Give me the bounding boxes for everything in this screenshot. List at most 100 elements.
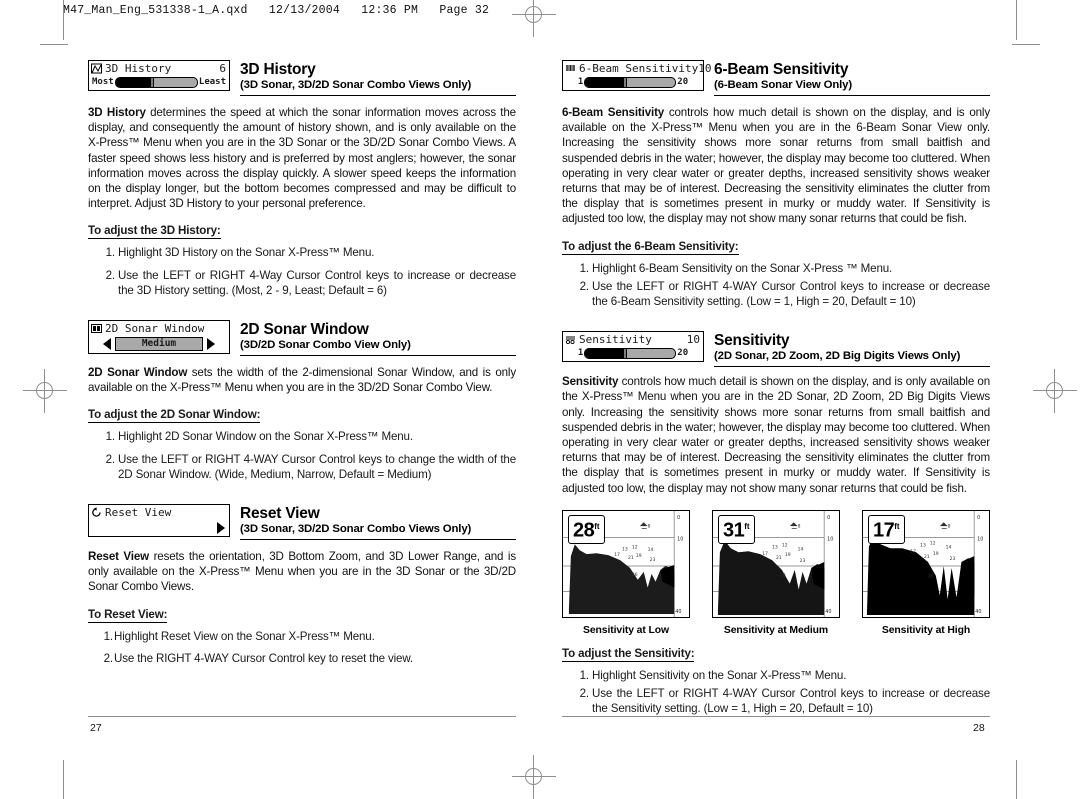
slider-knob[interactable] — [149, 77, 154, 87]
body-text: controls how much detail is shown on the… — [562, 106, 990, 226]
trim-line-right-vert — [1016, 0, 1017, 40]
svg-text:17: 17 — [614, 552, 620, 558]
list-item: Highlight 6-Beam Sensitivity on the Sona… — [575, 261, 893, 276]
section-body: Reset View resets the orientation, 3D Bo… — [88, 549, 516, 595]
widget-title-row: 3D History 6 — [91, 62, 227, 75]
section-subtitle: (3D Sonar, 3D/2D Sonar Combo Views Only) — [240, 522, 516, 541]
slider-max-label: 20 — [677, 348, 689, 359]
list-item: Use the LEFT or RIGHT 4-WAY Cursor Contr… — [575, 686, 990, 716]
list-item: Highlight 2D Sonar Window on the Sonar X… — [101, 429, 413, 444]
list-item: Use the LEFT or RIGHT 4-Way Cursor Contr… — [101, 268, 516, 297]
body-text: resets the orientation, 3D Bottom Zoom, … — [88, 550, 516, 594]
body-text: determines the speed at which the sonar … — [88, 106, 516, 211]
right-arrow-icon[interactable] — [207, 338, 216, 351]
body-lead-in: Sensitivity — [562, 375, 619, 389]
widget-slider-row[interactable]: Most Least — [91, 76, 227, 88]
list-item: Highlight 3D History on the Sonar X-Pres… — [101, 245, 375, 260]
left-page: 3D History 6 Most Least 3D History (3D S… — [88, 60, 516, 673]
section-title: Reset View — [240, 505, 320, 523]
depth-unit: ft — [594, 521, 600, 531]
section-body: 6-Beam Sensitivity controls how much det… — [562, 105, 990, 227]
list-item: Use the RIGHT 4-WAY Cursor Control key t… — [99, 651, 414, 666]
section-titles: Sensitivity (2D Sonar, 2D Zoom, 2D Big D… — [714, 331, 990, 368]
right-arrow-icon[interactable] — [217, 522, 225, 535]
svg-text:21: 21 — [776, 555, 782, 561]
howto-heading: To adjust the 6-Beam Sensitivity: — [562, 239, 739, 255]
menu-widget-2d-sonar-window[interactable]: 2D Sonar Window Medium — [88, 320, 230, 355]
svg-text:10: 10 — [677, 536, 683, 542]
widget-slider-row[interactable]: 1 20 — [565, 76, 701, 88]
six-beam-icon — [565, 63, 576, 74]
section-title: 3D History — [240, 61, 316, 78]
widget-slider-row[interactable]: 1 20 — [565, 347, 701, 359]
svg-text:10: 10 — [977, 536, 983, 542]
left-arrow-icon[interactable] — [102, 338, 111, 351]
depth-value: 28 — [573, 519, 595, 542]
svg-text:40: 40 — [675, 609, 681, 615]
slider-fill — [115, 77, 150, 87]
widget-value: 10 — [698, 62, 712, 75]
depth-value: 17 — [873, 519, 895, 542]
menu-widget-reset-view[interactable]: Reset View — [88, 504, 230, 538]
list-item: Use the LEFT or RIGHT 4-WAY Cursor Contr… — [575, 279, 990, 309]
reset-view-icon — [91, 507, 102, 518]
depth-readout: 17ft — [868, 514, 905, 544]
slider-track[interactable] — [114, 76, 198, 88]
section-subtitle: (2D Sonar, 2D Zoom, 2D Big Digits Views … — [714, 349, 990, 368]
trim-line-top-left — [40, 44, 68, 45]
svg-text:14: 14 — [798, 546, 804, 552]
slider-fill — [585, 77, 624, 87]
widget-title-row: Sensitivity 10 — [565, 333, 701, 346]
slider-knob[interactable] — [623, 348, 628, 358]
howto-heading: To adjust the 3D History: — [88, 224, 221, 240]
widget-value: 10 — [686, 333, 700, 347]
figure-sensitivity-low: 13 12 14 17 21 19 23 26 0 10 40 8 28ft S… — [562, 509, 690, 636]
section-header: 6-Beam Sensitivity 10 1 20 6-Beam Sensit… — [562, 60, 990, 96]
slider-track[interactable] — [584, 347, 677, 359]
widget-label: Reset View — [105, 506, 172, 520]
svg-text:0: 0 — [977, 515, 980, 521]
page-number-right: 28 — [973, 722, 985, 734]
step-list: Highlight Sensitivity on the Sonar X-Pre… — [562, 668, 990, 717]
slider-max-label: Least — [198, 77, 226, 87]
slider-track[interactable] — [584, 76, 677, 88]
footer-rule-left — [88, 716, 516, 718]
svg-text:8: 8 — [648, 524, 651, 530]
svg-text:13: 13 — [622, 546, 628, 552]
slider-min-label: 1 — [577, 348, 584, 359]
trim-line-left-vert — [63, 0, 64, 40]
depth-unit: ft — [744, 521, 750, 531]
section-body: 2D Sonar Window sets the width of the 2-… — [88, 365, 516, 395]
svg-text:10: 10 — [827, 536, 833, 542]
widget-value: 6 — [219, 62, 226, 75]
registration-mark-top — [512, 0, 556, 37]
menu-widget-sensitivity[interactable]: Sensitivity 10 1 20 — [562, 331, 704, 363]
figure-caption: Sensitivity at Low — [583, 624, 669, 636]
right-page: 6-Beam Sensitivity 10 1 20 6-Beam Sensit… — [562, 60, 990, 723]
svg-text:13: 13 — [772, 544, 778, 550]
widget-choice-row[interactable] — [91, 522, 227, 535]
svg-text:23: 23 — [650, 557, 656, 563]
section-body: 3D History determines the speed at which… — [88, 105, 516, 211]
section-title: Sensitivity — [714, 332, 790, 350]
slider-knob[interactable] — [623, 77, 628, 87]
svg-text:40: 40 — [975, 609, 981, 615]
depth-readout: 31ft — [718, 514, 755, 544]
choice-value[interactable]: Medium — [114, 337, 204, 352]
svg-text:12: 12 — [782, 542, 788, 548]
sonar-figure-group: 13 12 14 17 21 19 23 26 0 10 40 8 28ft S… — [562, 509, 990, 636]
section-titles: 3D History (3D Sonar, 3D/2D Sonar Combo … — [240, 60, 516, 96]
widget-label: 6-Beam Sensitivity — [579, 62, 699, 75]
section-header: 3D History 6 Most Least 3D History (3D S… — [88, 60, 516, 96]
menu-widget-3d-history[interactable]: 3D History 6 Most Least — [88, 60, 230, 91]
registration-mark-left — [23, 369, 67, 413]
section-header: Sensitivity 10 1 20 Sensitivity (2D Sona… — [562, 331, 990, 368]
section-3d-history: 3D History 6 Most Least 3D History (3D S… — [88, 60, 516, 298]
section-titles: 6-Beam Sensitivity (6-Beam Sonar View On… — [714, 60, 990, 96]
section-subtitle: (3D Sonar, 3D/2D Sonar Combo Views Only) — [240, 78, 516, 96]
section-body: Sensitivity controls how much detail is … — [562, 374, 990, 496]
section-subtitle: (6-Beam Sonar View Only) — [714, 78, 990, 96]
svg-text:26: 26 — [780, 573, 786, 579]
menu-widget-6-beam-sensitivity[interactable]: 6-Beam Sensitivity 10 1 20 — [562, 60, 711, 91]
widget-choice-row[interactable]: Medium — [91, 337, 227, 352]
